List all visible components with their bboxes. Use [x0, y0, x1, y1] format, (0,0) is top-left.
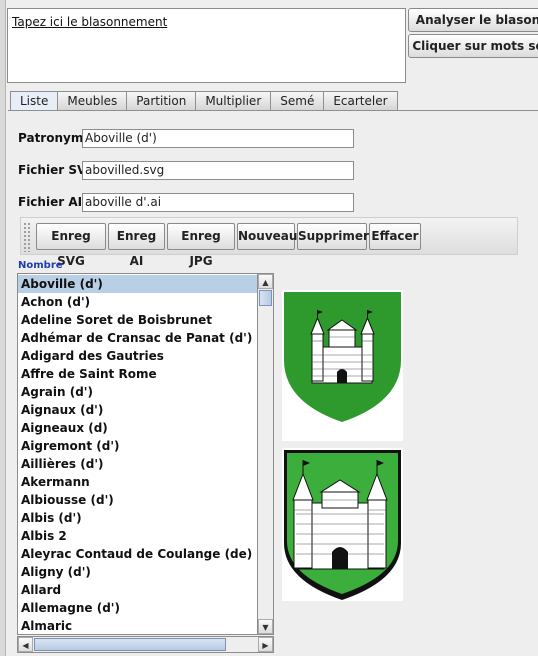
names-list[interactable]: Aboville (d') Achon (d') Adeline Soret de …: [17, 273, 274, 635]
list-item[interactable]: Aligny (d'): [18, 563, 258, 581]
tab-partition[interactable]: Partition: [126, 91, 197, 110]
scroll-thumb[interactable]: [259, 290, 272, 306]
save-svg-button[interactable]: Enreg SVG: [36, 223, 106, 268]
svg-file-field[interactable]: abovilled.svg: [82, 161, 354, 180]
scroll-up-icon[interactable]: ▲: [258, 274, 273, 289]
list-item[interactable]: Affre de Saint Rome: [18, 365, 258, 383]
tab-multiplier[interactable]: Multiplier: [195, 91, 272, 110]
list-item[interactable]: Albis (d'): [18, 509, 258, 527]
scroll-right-icon[interactable]: ▶: [258, 637, 273, 652]
tab-seme[interactable]: Semé: [270, 91, 325, 110]
blazon-placeholder: Tapez ici le blasonnement: [12, 15, 168, 29]
tab-ecarteler[interactable]: Ecarteler: [323, 91, 398, 110]
delete-button[interactable]: Supprimer: [297, 223, 369, 250]
list-item[interactable]: Achon (d'): [18, 293, 258, 311]
patronyme-field[interactable]: Aboville (d'): [82, 129, 354, 148]
ai-file-field[interactable]: aboville d'.ai: [82, 193, 354, 212]
coat-of-arms-preview-shaded: [282, 448, 403, 601]
window-edge: [0, 0, 6, 656]
list-item[interactable]: Adhémar de Cransac de Panat (d'): [18, 329, 258, 347]
list-item[interactable]: Albiousse (d'): [18, 491, 258, 509]
file-toolbar: Enreg SVG Enreg AI Enreg JPG Nouveau Sup…: [20, 217, 518, 268]
list-item[interactable]: Aigremont (d'): [18, 437, 258, 455]
list-item[interactable]: Akermann: [18, 473, 258, 491]
save-jpg-button[interactable]: Enreg JPG: [167, 223, 235, 268]
patronyme-label: Patronyme: [18, 131, 92, 145]
list-item[interactable]: Almaric: [18, 617, 258, 634]
list-item[interactable]: Aigneaux (d): [18, 419, 258, 437]
coat-of-arms-preview-flat: [282, 290, 403, 441]
toolbar-grip-icon[interactable]: [23, 222, 31, 252]
clear-button[interactable]: Effacer: [369, 223, 421, 250]
click-words-button[interactable]: Cliquer sur mots se: [408, 34, 538, 58]
blazon-text-area[interactable]: Tapez ici le blasonnement: [7, 8, 406, 83]
list-item[interactable]: Albis 2: [18, 527, 258, 545]
list-header: Nombre: [18, 260, 63, 271]
ai-file-label: Fichier AI:: [18, 195, 87, 209]
list-item[interactable]: Aignaux (d'): [18, 401, 258, 419]
scroll-down-icon[interactable]: ▼: [258, 619, 273, 634]
list-item[interactable]: Adigard des Gautries: [18, 347, 258, 365]
tab-bar: Liste Meubles Partition Multiplier Semé …: [10, 91, 398, 111]
tab-meubles[interactable]: Meubles: [57, 91, 128, 110]
list-item[interactable]: Allemagne (d'): [18, 599, 258, 617]
horizontal-scroll-thumb[interactable]: [34, 638, 226, 651]
list-horizontal-scrollbar[interactable]: ◀ ▶: [17, 636, 274, 653]
list-item[interactable]: Adeline Soret de Boisbrunet: [18, 311, 258, 329]
new-button[interactable]: Nouveau: [237, 223, 297, 250]
save-ai-button[interactable]: Enreg AI: [108, 223, 165, 268]
list-item[interactable]: Aillières (d'): [18, 455, 258, 473]
scroll-left-icon[interactable]: ◀: [18, 637, 33, 652]
list-item[interactable]: Aleyrac Contaud de Coulange (de): [18, 545, 258, 563]
list-item[interactable]: Allard: [18, 581, 258, 599]
list-item[interactable]: Aboville (d'): [18, 275, 258, 293]
analyze-blazon-button[interactable]: Analyser le blason: [408, 8, 538, 32]
list-vertical-scrollbar[interactable]: ▲ ▼: [257, 273, 274, 635]
list-item[interactable]: Agrain (d'): [18, 383, 258, 401]
tab-liste[interactable]: Liste: [10, 91, 59, 111]
